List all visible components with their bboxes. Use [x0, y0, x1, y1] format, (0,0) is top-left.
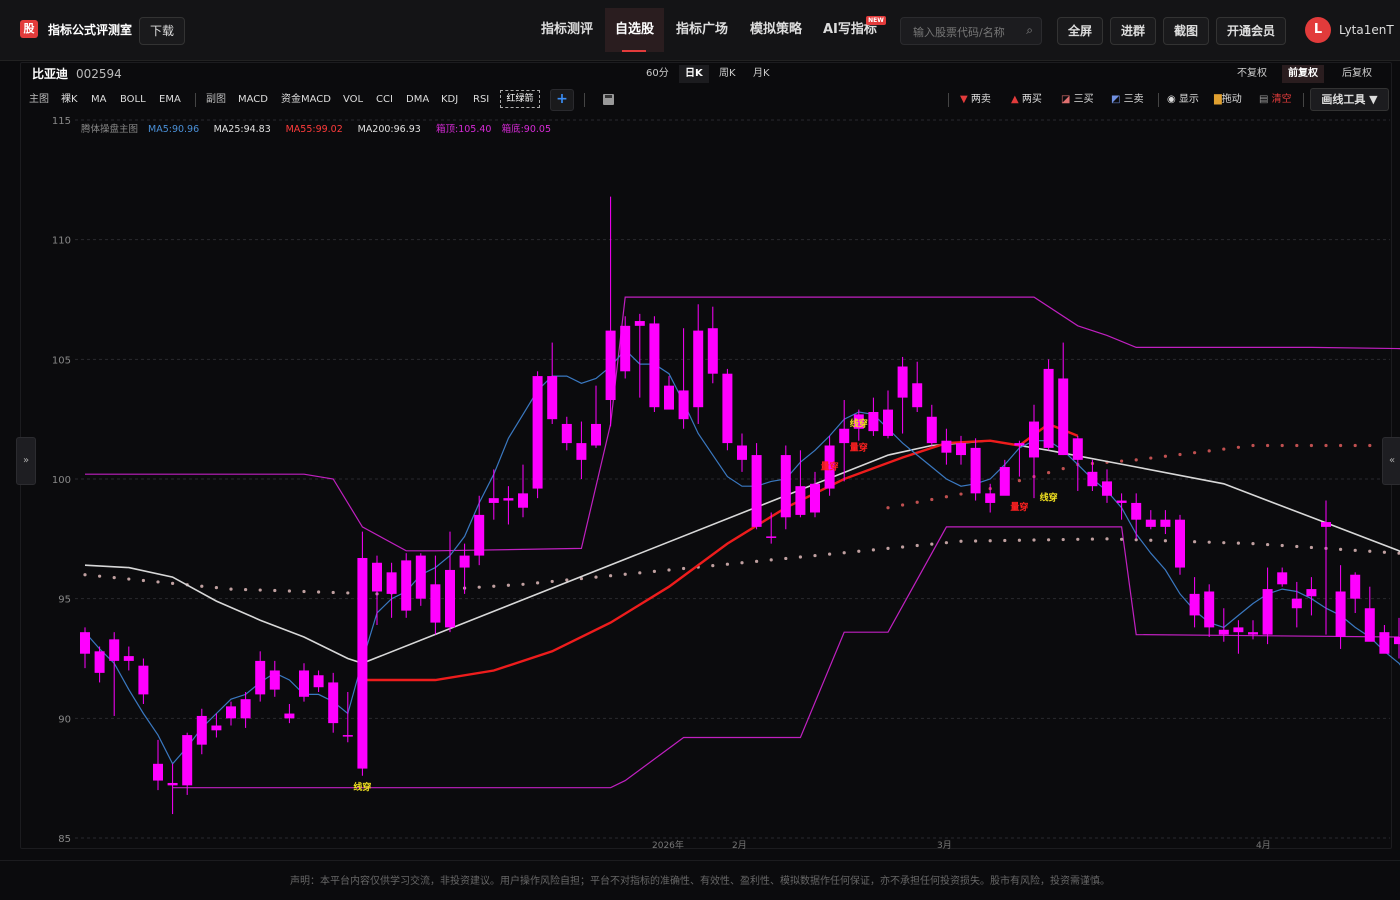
period-monthly[interactable]: 月K: [747, 65, 776, 83]
indicator-ema[interactable]: EMA: [159, 92, 181, 108]
expand-left-tab[interactable]: »: [16, 437, 36, 485]
candle-body: [1394, 636, 1400, 645]
trash-icon: ▤: [1259, 94, 1269, 105]
tool-show-label: 显示: [1178, 94, 1199, 105]
period-daily[interactable]: 日K: [679, 65, 709, 83]
toolbar-divider: [948, 93, 949, 107]
nav-simulated-strategy[interactable]: 模拟策略: [750, 18, 802, 42]
tool-clear-label: 清空: [1271, 94, 1292, 105]
main-chart-label: 主图: [29, 94, 49, 105]
indicator-red-green-arrow[interactable]: 红绿箭: [500, 90, 540, 108]
tool-three-buy-label: 三买: [1073, 94, 1094, 105]
indicator-macd[interactable]: MACD: [238, 92, 268, 108]
indicator-dma[interactable]: DMA: [406, 92, 429, 108]
tool-three-buy[interactable]: ◪ 三买: [1061, 92, 1094, 108]
draw-tools-dropdown[interactable]: 画线工具 ▼: [1310, 88, 1389, 111]
tool-drag-label: 拖动: [1221, 94, 1242, 105]
save-icon[interactable]: [603, 94, 614, 105]
nav-active-underline: [622, 50, 646, 52]
indicator-naked-k[interactable]: 裸K: [61, 92, 78, 108]
tool-three-sell[interactable]: ◩ 三卖: [1111, 92, 1144, 108]
line-chart-icon: ◩: [1111, 94, 1121, 105]
download-button[interactable]: 下载: [139, 17, 185, 45]
red-up-triangle-icon: ▲: [1011, 94, 1019, 105]
toolbar-divider: [584, 93, 585, 107]
red-down-triangle-icon: ▼: [960, 94, 968, 105]
add-indicator-button[interactable]: +: [550, 89, 574, 111]
stock-search-box[interactable]: ⌕: [900, 17, 1042, 45]
adjust-forward[interactable]: 前复权: [1282, 65, 1324, 83]
membership-button[interactable]: 开通会员: [1216, 17, 1286, 45]
search-icon[interactable]: ⌕: [1026, 23, 1033, 38]
tool-two-sell-label: 两卖: [970, 94, 991, 105]
adjust-backward[interactable]: 后复权: [1336, 65, 1378, 83]
period-weekly[interactable]: 周K: [713, 65, 742, 83]
indicator-kdj[interactable]: KDJ: [441, 92, 458, 108]
indicator-ma[interactable]: MA: [91, 92, 106, 108]
expand-right-tab[interactable]: «: [1382, 437, 1400, 485]
nav-indicator-square[interactable]: 指标广场: [676, 18, 728, 42]
toolbar-divider: [1303, 93, 1304, 107]
join-group-button[interactable]: 进群: [1110, 17, 1156, 45]
tool-drag[interactable]: ▇拖动: [1214, 92, 1242, 108]
stock-code: 002594: [76, 67, 122, 81]
tool-two-buy-label: 两买: [1021, 94, 1042, 105]
tool-show[interactable]: ◉ 显示: [1167, 92, 1199, 108]
eye-icon: ◉: [1167, 94, 1176, 105]
tool-three-sell-label: 三卖: [1123, 94, 1144, 105]
username[interactable]: Lyta1enT: [1339, 20, 1394, 40]
nav-watchlist[interactable]: 自选股: [615, 18, 654, 42]
indicator-cci[interactable]: CCI: [376, 92, 393, 108]
period-60min[interactable]: 60分: [640, 65, 675, 83]
new-badge: NEW: [866, 16, 886, 25]
chart-panel: [20, 62, 1392, 849]
stock-name: 比亚迪: [32, 67, 69, 81]
indicator-fund-macd[interactable]: 资金MACD: [281, 92, 331, 108]
tool-clear[interactable]: ▤ 清空: [1259, 92, 1292, 108]
nav-indicator-review[interactable]: 指标测评: [541, 18, 593, 42]
line-chart-icon: ◪: [1061, 94, 1071, 105]
sub-chart-label: 副图: [206, 94, 226, 105]
toolbar-divider: [1158, 93, 1159, 107]
indicator-rsi[interactable]: RSI: [473, 92, 489, 108]
tool-two-buy[interactable]: ▲ 两买: [1011, 92, 1042, 108]
disclaimer-text: 声明：本平台内容仅供学习交流，非投资建议。用户操作风险自担；平台不对指标的准确性…: [290, 876, 1110, 887]
indicator-vol[interactable]: VOL: [343, 92, 363, 108]
screenshot-button[interactable]: 截图: [1163, 17, 1209, 45]
fullscreen-button[interactable]: 全屏: [1057, 17, 1103, 45]
indicator-boll[interactable]: BOLL: [120, 92, 146, 108]
tool-two-sell[interactable]: ▼ 两卖: [960, 92, 991, 108]
lock-icon: ▇: [1214, 94, 1222, 105]
app-title[interactable]: 指标公式评测室: [48, 20, 132, 40]
app-logo-icon: 股: [20, 20, 38, 38]
stock-search-input[interactable]: [911, 22, 1020, 42]
footer-divider: [0, 860, 1400, 861]
user-avatar[interactable]: L: [1305, 17, 1331, 43]
toolbar-divider: [195, 93, 196, 107]
adjust-none[interactable]: 不复权: [1231, 65, 1273, 83]
